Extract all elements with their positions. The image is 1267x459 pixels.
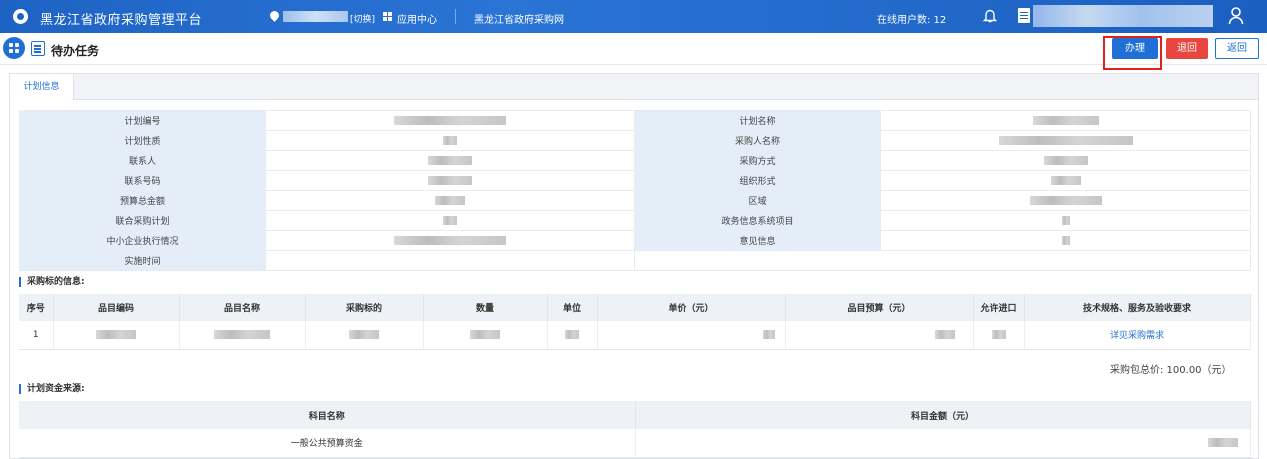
field-label: 采购人名称 [634, 130, 881, 151]
table-header-row: 科目名称 科目金额（元） [19, 401, 1251, 429]
platform-logo-icon [13, 9, 28, 24]
cell-redacted [973, 321, 1025, 350]
col-header: 科目名称 [19, 401, 636, 429]
cell-redacted [785, 321, 974, 350]
field-value [880, 130, 1251, 151]
table-row: 一般公共预算资金 [19, 429, 1251, 458]
col-header: 数量 [423, 294, 548, 321]
task-list-icon [31, 41, 45, 56]
top-bar: 黑龙江省政府采购管理平台 [切换] 应用中心 黑龙江省政府采购网 在线用户数: … [0, 0, 1267, 33]
col-header: 品目预算（元） [785, 294, 974, 321]
field-label: 采购方式 [634, 150, 881, 171]
reject-button[interactable]: 退回 [1166, 38, 1208, 59]
table-row: 计划性质 采购人名称 [19, 130, 1251, 151]
table-row: 预算总金额 区域 [19, 190, 1251, 211]
col-header: 单价（元） [597, 294, 786, 321]
field-value [880, 230, 1251, 251]
page-title: 待办任务 [51, 44, 100, 58]
app-center-link[interactable]: 应用中心 [397, 11, 437, 26]
app-title: 黑龙江省政府采购管理平台 [40, 13, 203, 28]
cell-redacted [597, 321, 786, 350]
document-icon[interactable] [1018, 8, 1030, 23]
field-label: 实施时间 [19, 250, 266, 271]
tab-plan-info[interactable]: 计划信息 [10, 74, 74, 100]
col-header: 允许进口 [973, 294, 1025, 321]
field-value [880, 190, 1251, 211]
field-label: 计划名称 [634, 110, 881, 131]
cell-redacted [423, 321, 548, 350]
col-header: 品目名称 [179, 294, 306, 321]
procurement-section-title: 采购标的信息: [19, 277, 85, 287]
col-header: 单位 [547, 294, 598, 321]
user-icon[interactable] [1228, 7, 1244, 25]
table-row: 中小企业执行情况 意见信息 [19, 230, 1251, 251]
region-name-redacted [283, 11, 348, 22]
table-row: 计划编号 计划名称 [19, 110, 1251, 131]
region-switch-link[interactable]: [切换] [350, 12, 375, 25]
back-button[interactable]: 返回 [1215, 38, 1259, 59]
location-icon [268, 9, 281, 22]
field-value [265, 130, 635, 151]
page-header: 待办任务 办理 退回 返回 [0, 33, 1267, 65]
bell-icon[interactable] [983, 8, 997, 23]
cell-redacted [53, 321, 180, 350]
field-label: 中小企业执行情况 [19, 230, 266, 251]
col-header: 序号 [19, 294, 54, 321]
cell-redacted [179, 321, 306, 350]
plan-info-table: 计划编号 计划名称 计划性质 采购人名称 联系人 采购方式 联系号码 组织形式 … [19, 110, 1251, 271]
cell-link: 详见采购需求 [1024, 321, 1251, 350]
user-info-redacted [1033, 5, 1213, 27]
field-label: 政务信息系统项目 [634, 210, 881, 231]
col-header: 科目金额（元） [635, 401, 1251, 429]
col-header: 采购标的 [305, 294, 424, 321]
divider [455, 9, 456, 24]
field-value [634, 250, 1251, 271]
field-value [880, 110, 1251, 131]
fund-name: 一般公共预算资金 [19, 429, 636, 458]
procurement-items-table: 序号 品目编码 品目名称 采购标的 数量 单位 单价（元） 品目预算（元） 允许… [19, 294, 1251, 350]
table-row: 1 详见采购需求 [19, 321, 1251, 350]
table-row: 联系人 采购方式 [19, 150, 1251, 171]
field-label: 联系号码 [19, 170, 266, 191]
field-value [880, 210, 1251, 231]
field-value [265, 210, 635, 231]
table-row: 联系号码 组织形式 [19, 170, 1251, 191]
funds-section-title: 计划资金来源: [19, 384, 85, 394]
cell-redacted [547, 321, 598, 350]
field-value [265, 150, 635, 171]
highlight-annotation [1103, 36, 1162, 70]
table-row: 实施时间 [19, 250, 1251, 271]
online-users-count: 在线用户数: 12 [877, 15, 947, 26]
funds-table: 科目名称 科目金额（元） 一般公共预算资金 [19, 401, 1251, 458]
field-label: 计划性质 [19, 130, 266, 151]
gov-procurement-site-link[interactable]: 黑龙江省政府采购网 [474, 11, 564, 26]
field-value [265, 250, 635, 271]
table-header-row: 序号 品目编码 品目名称 采购标的 数量 单位 单价（元） 品目预算（元） 允许… [19, 294, 1251, 321]
menu-grid-button[interactable] [3, 37, 25, 59]
app-grid-icon [383, 12, 392, 21]
field-label: 预算总金额 [19, 190, 266, 211]
requirements-link[interactable]: 详见采购需求 [1110, 331, 1164, 341]
field-value [265, 230, 635, 251]
field-label: 联合采购计划 [19, 210, 266, 231]
field-label: 计划编号 [19, 110, 266, 131]
row-index: 1 [19, 321, 54, 350]
table-row: 联合采购计划 政务信息系统项目 [19, 210, 1251, 231]
col-header: 技术规格、服务及验收要求 [1024, 294, 1251, 321]
field-label: 区域 [634, 190, 881, 211]
field-value [265, 110, 635, 131]
col-header: 品目编码 [53, 294, 180, 321]
field-value [880, 170, 1251, 191]
field-label: 组织形式 [634, 170, 881, 191]
field-label: 联系人 [19, 150, 266, 171]
field-value [265, 190, 635, 211]
cell-redacted [305, 321, 424, 350]
main-panel: 计划信息 计划编号 计划名称 计划性质 采购人名称 联系人 采购方式 联系号码 … [9, 73, 1259, 459]
tab-bar: 计划信息 [10, 74, 1258, 100]
field-value [880, 150, 1251, 171]
field-value [265, 170, 635, 191]
field-label: 意见信息 [634, 230, 881, 251]
cell-redacted [635, 429, 1251, 458]
package-total: 采购包总价: 100.00（元） [1110, 365, 1232, 376]
